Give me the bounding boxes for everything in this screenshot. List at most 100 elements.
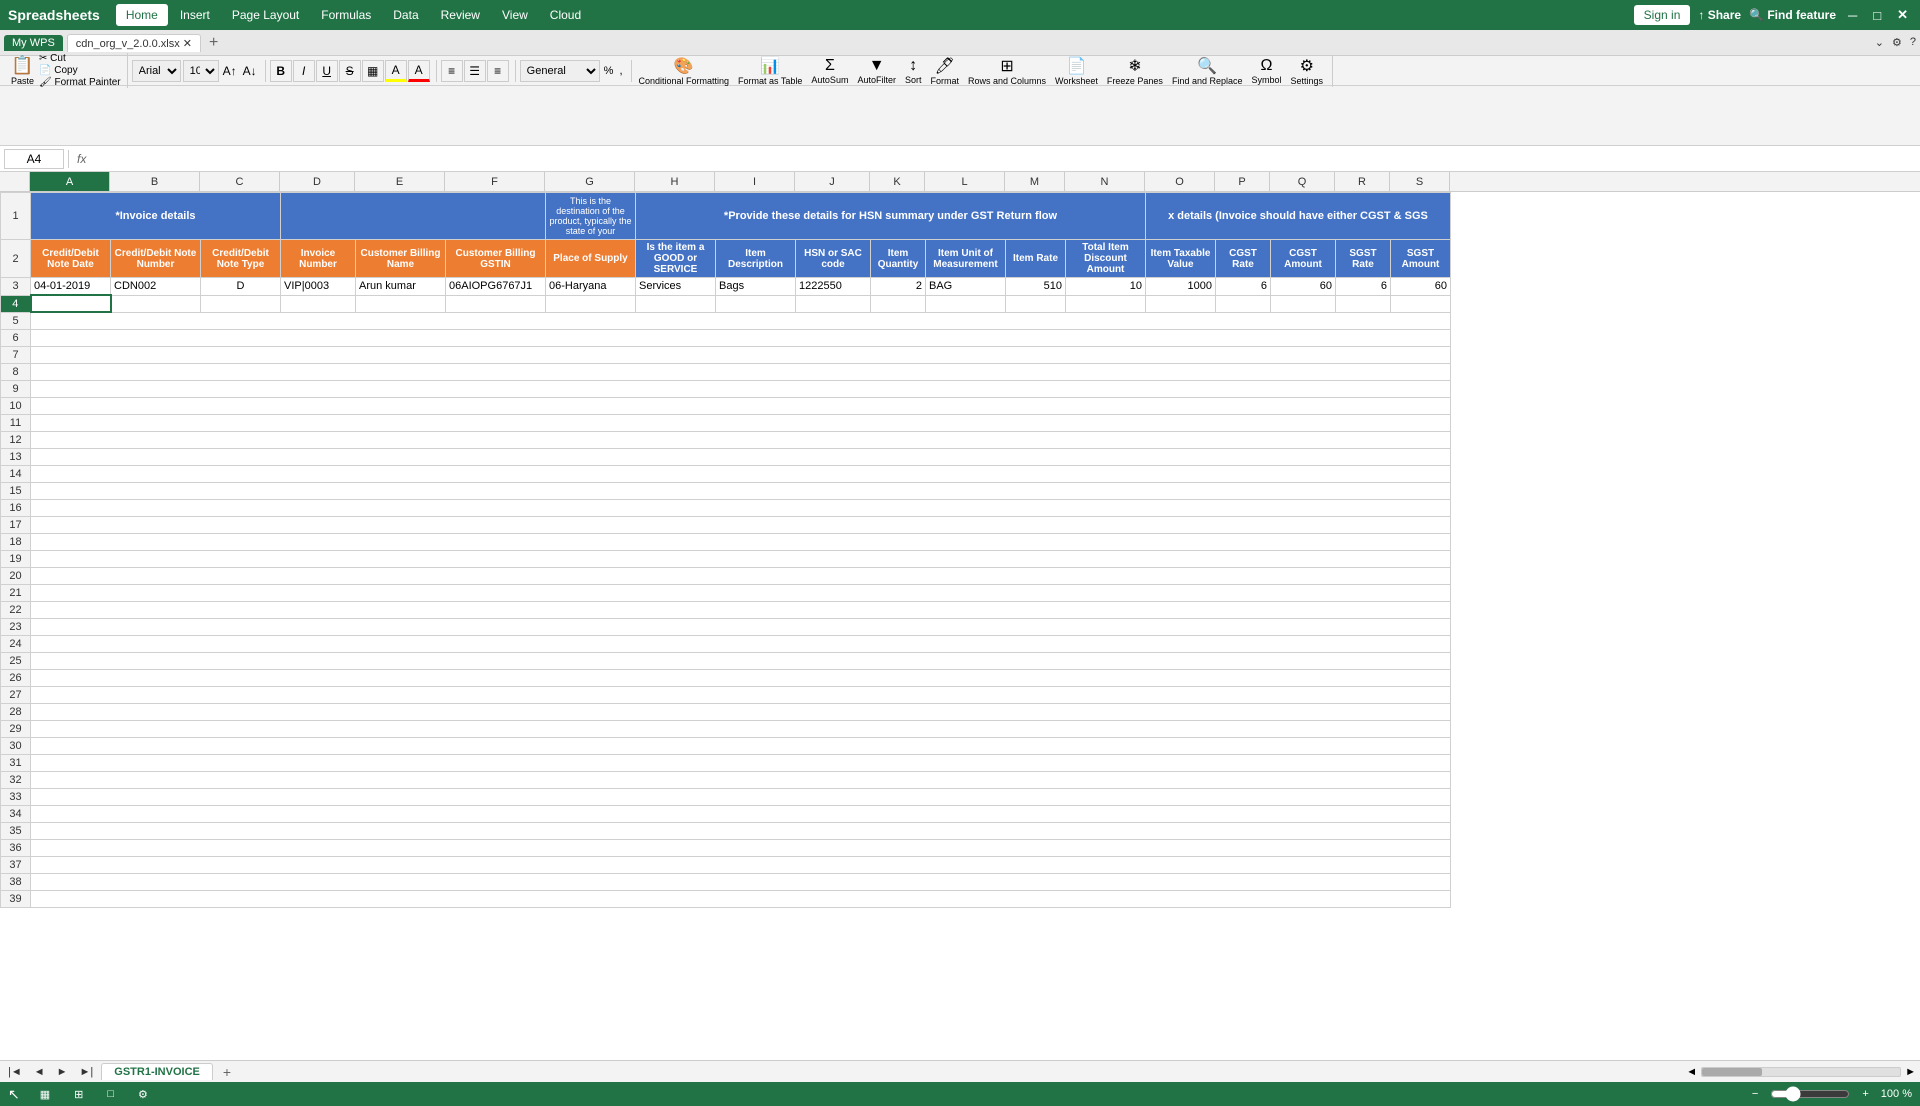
shrink-font-btn[interactable]: A↓ bbox=[241, 64, 259, 78]
cell-S4[interactable] bbox=[1391, 295, 1451, 312]
cell-O3[interactable]: 1000 bbox=[1146, 278, 1216, 296]
italic-btn[interactable]: I bbox=[293, 60, 315, 82]
bold-btn[interactable]: B bbox=[270, 60, 292, 82]
zoom-in-btn[interactable]: + bbox=[1858, 1087, 1872, 1101]
align-center-btn[interactable]: ☰ bbox=[464, 60, 486, 82]
cell-Q3[interactable]: 60 bbox=[1271, 278, 1336, 296]
cell-D4[interactable] bbox=[281, 295, 356, 312]
col-header-J[interactable]: J bbox=[795, 172, 870, 191]
col-header-P[interactable]: P bbox=[1215, 172, 1270, 191]
col-header-E[interactable]: E bbox=[355, 172, 445, 191]
font-color-btn[interactable]: A bbox=[408, 60, 430, 82]
number-format-select[interactable]: General bbox=[520, 60, 600, 82]
scroll-right-btn[interactable]: ► bbox=[1905, 1066, 1916, 1078]
align-right-btn[interactable]: ≡ bbox=[487, 60, 509, 82]
percent-btn[interactable]: % bbox=[602, 65, 616, 77]
copy-btn[interactable]: 📄 Copy bbox=[39, 65, 121, 76]
cell-P4[interactable] bbox=[1216, 295, 1271, 312]
cell-I3[interactable]: Bags bbox=[716, 278, 796, 296]
cell-M3[interactable]: 510 bbox=[1006, 278, 1066, 296]
zoom-slider[interactable] bbox=[1770, 1086, 1850, 1102]
scroll-left-btn[interactable]: ◄ bbox=[1686, 1066, 1697, 1078]
menu-tab-page-layout[interactable]: Page Layout bbox=[222, 4, 309, 26]
cell-reference-box[interactable]: A4 bbox=[4, 149, 64, 169]
strikethrough-btn[interactable]: S bbox=[339, 60, 361, 82]
last-tab-btn[interactable]: ►| bbox=[76, 1064, 98, 1080]
fill-color-btn[interactable]: A bbox=[385, 60, 407, 82]
col-header-C[interactable]: C bbox=[200, 172, 280, 191]
normal-view-btn[interactable]: ▦ bbox=[36, 1087, 54, 1102]
help-icon[interactable]: ? bbox=[1910, 36, 1916, 49]
menu-tab-insert[interactable]: Insert bbox=[170, 4, 220, 26]
col-header-B[interactable]: B bbox=[110, 172, 200, 191]
cell-R4[interactable] bbox=[1336, 295, 1391, 312]
cell-S3[interactable]: 60 bbox=[1391, 278, 1451, 296]
sign-in-button[interactable]: Sign in bbox=[1634, 5, 1691, 25]
align-left-btn[interactable]: ≡ bbox=[441, 60, 463, 82]
worksheet-btn[interactable]: 📄Worksheet bbox=[1052, 55, 1101, 87]
conditional-formatting-btn[interactable]: 🎨Conditional Formatting bbox=[636, 55, 733, 87]
cell-J3[interactable]: 1222550 bbox=[796, 278, 871, 296]
sort-btn[interactable]: ↕Sort bbox=[902, 56, 925, 86]
restore-btn[interactable]: □ bbox=[1869, 8, 1885, 23]
format-painter-btn[interactable]: 🖌 Format Painter bbox=[39, 77, 121, 88]
cell-B4[interactable] bbox=[111, 295, 201, 312]
cell-K3[interactable]: 2 bbox=[871, 278, 926, 296]
grow-font-btn[interactable]: A↑ bbox=[221, 64, 239, 78]
font-size-select[interactable]: 10 89111214 bbox=[183, 60, 219, 82]
cell-G4[interactable] bbox=[546, 295, 636, 312]
col-header-K[interactable]: K bbox=[870, 172, 925, 191]
cell-G3[interactable]: 06-Haryana bbox=[546, 278, 636, 296]
col-header-S[interactable]: S bbox=[1390, 172, 1450, 191]
cell-Q4[interactable] bbox=[1271, 295, 1336, 312]
col-header-L[interactable]: L bbox=[925, 172, 1005, 191]
find-replace-btn[interactable]: 🔍Find and Replace bbox=[1169, 55, 1246, 87]
rows-columns-btn[interactable]: ⊞Rows and Columns bbox=[965, 55, 1049, 87]
cell-J4[interactable] bbox=[796, 295, 871, 312]
col-header-F[interactable]: F bbox=[445, 172, 545, 191]
cell-M4[interactable] bbox=[1006, 295, 1066, 312]
comma-btn[interactable]: , bbox=[617, 65, 624, 77]
cell-A3[interactable]: 04-01-2019 bbox=[31, 278, 111, 296]
cell-K4[interactable] bbox=[871, 295, 926, 312]
format-as-table-btn[interactable]: 📊Format as Table bbox=[735, 55, 805, 87]
auto-filter-btn[interactable]: ▼AutoFilter bbox=[854, 56, 899, 86]
auto-sum-btn[interactable]: ΣAutoSum bbox=[808, 56, 851, 86]
menu-tab-view[interactable]: View bbox=[492, 4, 538, 26]
settings-btn[interactable]: ⚙Settings bbox=[1288, 55, 1327, 87]
menu-tab-review[interactable]: Review bbox=[431, 4, 490, 26]
cut-btn[interactable]: ✂ Cut bbox=[39, 53, 121, 64]
file-tab-xlsx[interactable]: cdn_org_v_2.0.0.xlsx ✕ bbox=[67, 34, 201, 52]
border-btn[interactable]: ▦ bbox=[362, 60, 384, 82]
cell-A4[interactable] bbox=[31, 295, 111, 312]
menu-tab-formulas[interactable]: Formulas bbox=[311, 4, 381, 26]
first-tab-btn[interactable]: |◄ bbox=[4, 1064, 26, 1080]
col-header-O[interactable]: O bbox=[1145, 172, 1215, 191]
cell-C3[interactable]: D bbox=[201, 278, 281, 296]
settings-view-btn[interactable]: ⚙ bbox=[134, 1087, 152, 1102]
col-header-G[interactable]: G bbox=[545, 172, 635, 191]
cell-E4[interactable] bbox=[356, 295, 446, 312]
underline-btn[interactable]: U bbox=[316, 60, 338, 82]
cell-O4[interactable] bbox=[1146, 295, 1216, 312]
close-btn[interactable]: ✕ bbox=[1893, 7, 1912, 23]
col-header-M[interactable]: M bbox=[1005, 172, 1065, 191]
paste-btn[interactable]: 📋 Paste bbox=[8, 54, 37, 87]
cell-L4[interactable] bbox=[926, 295, 1006, 312]
cell-B3[interactable]: CDN002 bbox=[111, 278, 201, 296]
cell-I4[interactable] bbox=[716, 295, 796, 312]
cell-E3[interactable]: Arun kumar bbox=[356, 278, 446, 296]
h-scrollbar-thumb[interactable] bbox=[1702, 1068, 1762, 1076]
col-header-H[interactable]: H bbox=[635, 172, 715, 191]
cell-D3[interactable]: VIP|0003 bbox=[281, 278, 356, 296]
cell-F3[interactable]: 06AIOPG6767J1 bbox=[446, 278, 546, 296]
h-scrollbar-track[interactable] bbox=[1701, 1067, 1901, 1077]
prev-tab-btn[interactable]: ◄ bbox=[30, 1064, 49, 1080]
ribbon-collapse-btn[interactable]: ⌄ bbox=[1875, 36, 1884, 49]
my-wps-tab[interactable]: My WPS bbox=[4, 35, 63, 51]
cell-P3[interactable]: 6 bbox=[1216, 278, 1271, 296]
format-btn[interactable]: 🖊Format bbox=[927, 55, 962, 87]
add-tab-btn[interactable]: + bbox=[205, 34, 222, 52]
cell-H4[interactable] bbox=[636, 295, 716, 312]
cell-N4[interactable] bbox=[1066, 295, 1146, 312]
